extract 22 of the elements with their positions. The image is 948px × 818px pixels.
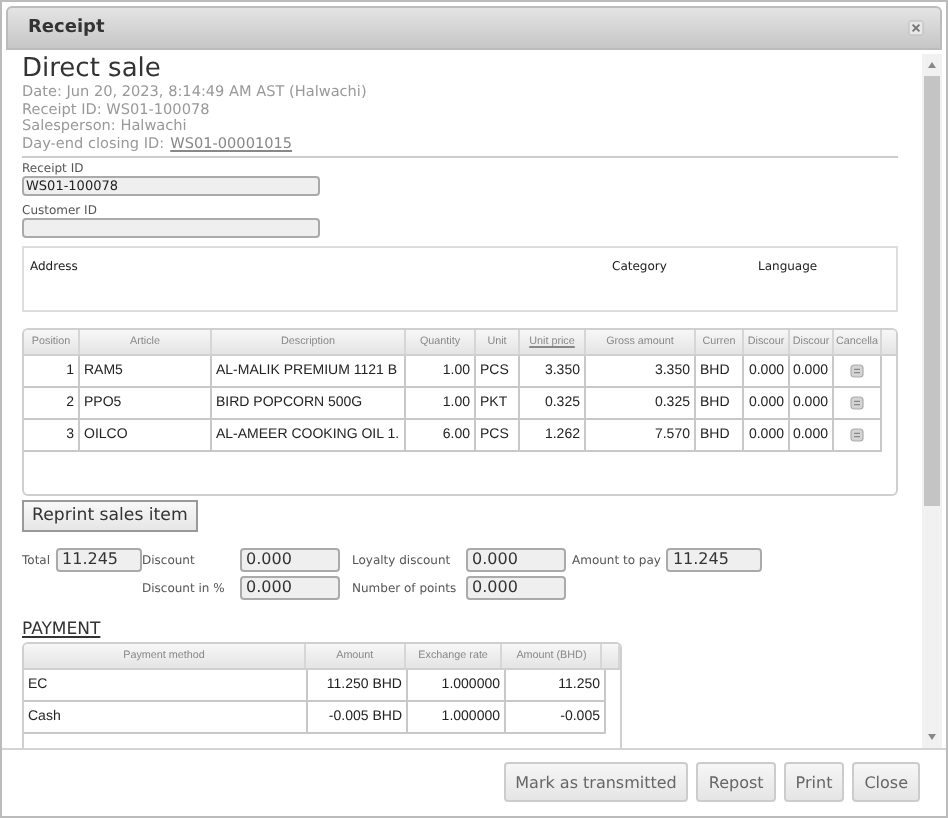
- dialog-button[interactable]: Close: [852, 762, 920, 802]
- reprint-button[interactable]: Reprint sales item: [22, 500, 198, 533]
- note-icon: [850, 428, 864, 443]
- input-field[interactable]: 0.000: [466, 576, 566, 601]
- input-field[interactable]: 11.245: [666, 548, 763, 573]
- dialog-button[interactable]: Print: [783, 762, 845, 802]
- note-icon: [850, 364, 864, 379]
- note-icon: [850, 396, 864, 411]
- input-field[interactable]: 0.000: [240, 576, 340, 601]
- scroll-down-icon[interactable]: [926, 732, 938, 742]
- dialog-button[interactable]: Mark as transmitted: [503, 762, 689, 802]
- dialog-button[interactable]: Repost: [696, 762, 776, 802]
- page-heading: Direct sale: [22, 56, 163, 84]
- window-title: Receipt: [28, 18, 105, 38]
- input-field[interactable]: 0.000: [466, 548, 566, 573]
- close-icon[interactable]: [908, 20, 924, 36]
- input-field[interactable]: 0.000: [240, 548, 340, 573]
- scroll-up-icon[interactable]: [926, 60, 938, 70]
- input-field[interactable]: 11.245: [56, 548, 142, 573]
- input-field[interactable]: [22, 218, 320, 239]
- scrollbar[interactable]: [922, 54, 942, 748]
- section-heading: PAYMENT: [22, 620, 101, 641]
